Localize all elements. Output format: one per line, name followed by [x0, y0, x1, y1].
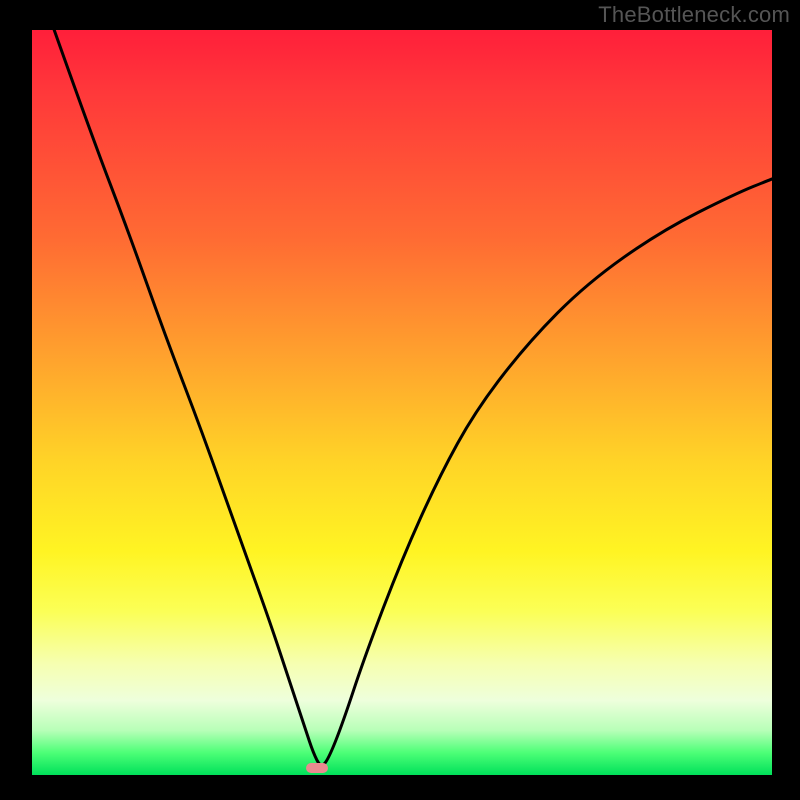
- curve-svg: [32, 30, 772, 775]
- attribution-text: TheBottleneck.com: [598, 2, 790, 28]
- minimum-marker: [306, 763, 328, 773]
- bottleneck-curve-path: [54, 30, 772, 765]
- chart-frame: TheBottleneck.com: [0, 0, 800, 800]
- plot-area: [32, 30, 772, 775]
